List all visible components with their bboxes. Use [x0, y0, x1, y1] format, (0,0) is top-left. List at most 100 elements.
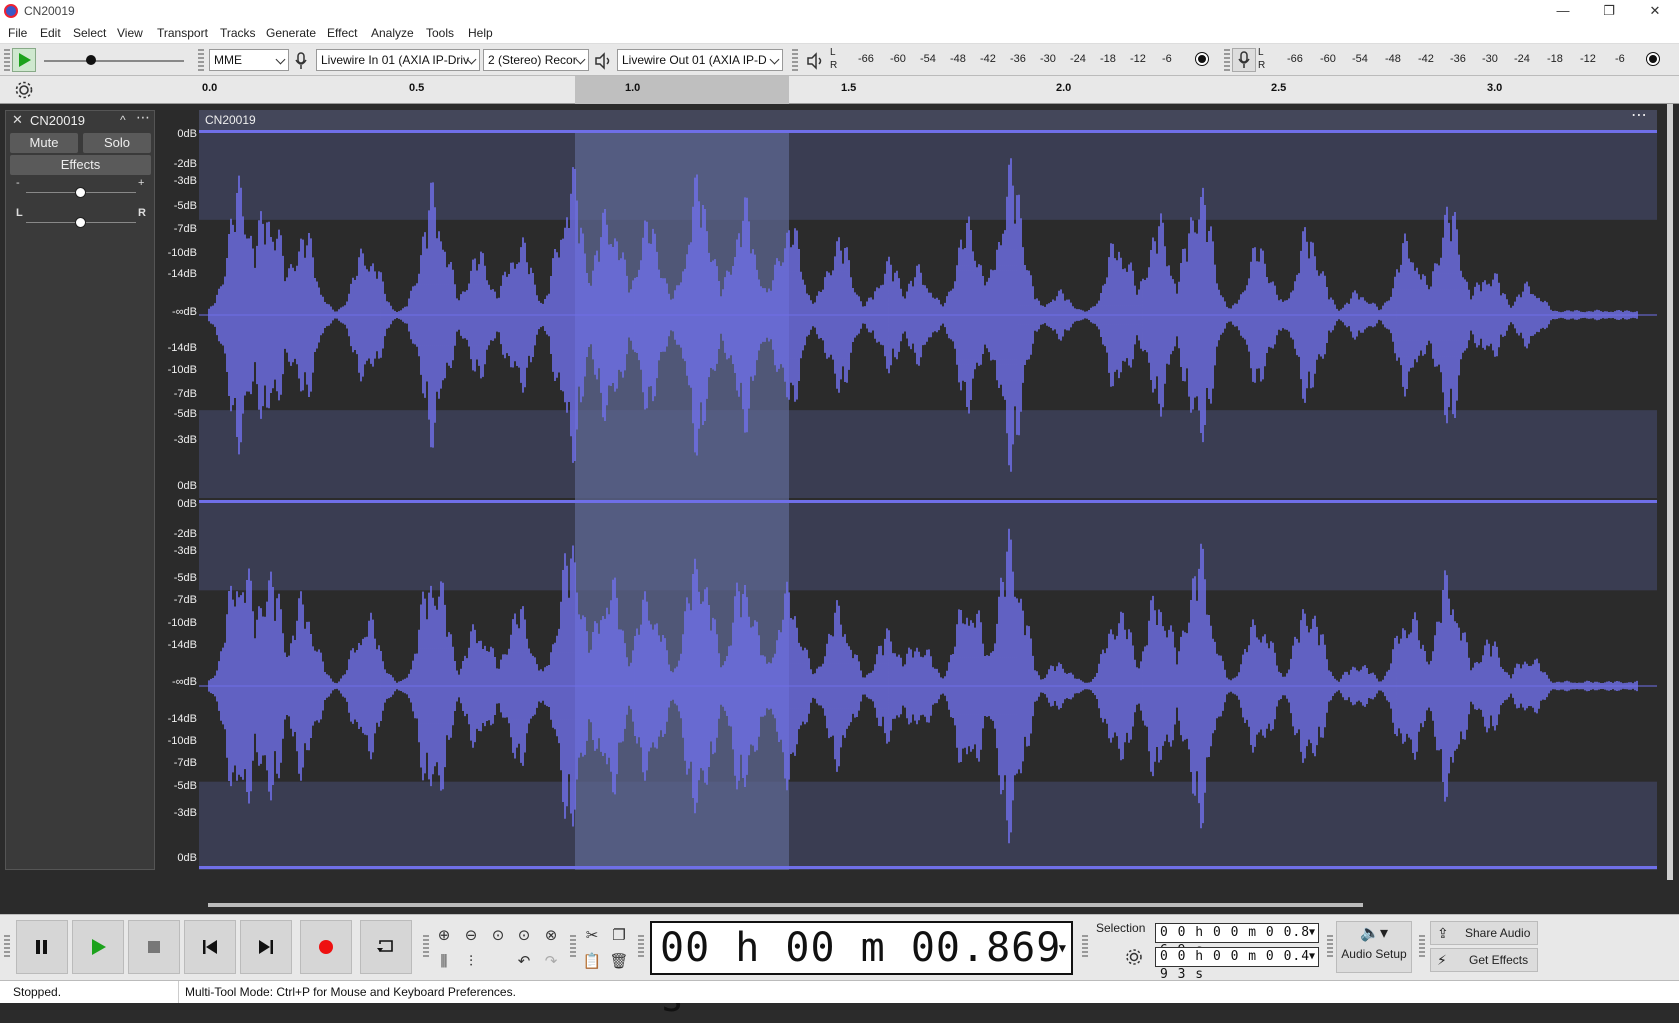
db-vertical-scale[interactable]: 0dB -2dB -3dB -5dB -7dB -10dB -14dB -∞dB…: [155, 110, 199, 870]
share-audio-button[interactable]: ⇪ Share Audio: [1430, 921, 1538, 945]
db-scale-label: -2dB: [173, 528, 197, 540]
stereo-waveform[interactable]: [199, 130, 1657, 870]
zoom-out-button[interactable]: ⊖: [459, 923, 483, 947]
selection-start-field[interactable]: 0 0 h 0 0 m 0 0.8 6 9 s ▼: [1155, 923, 1319, 958]
loop-button[interactable]: [360, 920, 412, 974]
silence-selection-button[interactable]: ⫶: [459, 949, 483, 973]
play-at-speed-button[interactable]: [12, 48, 36, 72]
clip-menu-button[interactable]: ⋯: [1631, 106, 1647, 126]
timeline-settings-gear-icon[interactable]: [14, 80, 34, 100]
zoom-fit-icon: ⊙: [517, 927, 531, 944]
trim-icon: ⫼: [440, 952, 448, 970]
pause-button[interactable]: [16, 920, 68, 974]
toolbar-grip[interactable]: [423, 935, 429, 957]
playback-meter-speaker-icon[interactable]: [806, 52, 824, 70]
recording-meter[interactable]: -66 -60 -54 -48 -42 -36 -30 -24 -18 -12 …: [1270, 50, 1650, 70]
toolbar-grip[interactable]: [1082, 935, 1088, 957]
menu-tools[interactable]: Tools: [426, 26, 454, 40]
channel-top-border: [199, 500, 1657, 503]
solo-button[interactable]: Solo: [83, 133, 151, 153]
meter-tick: -12: [1580, 53, 1596, 65]
fit-selection-button[interactable]: ⊙: [486, 923, 510, 947]
redo-button[interactable]: ↷: [539, 949, 563, 973]
selection-settings-gear-icon[interactable]: [1124, 947, 1144, 967]
menu-edit[interactable]: Edit: [40, 26, 61, 40]
status-hint: Multi-Tool Mode: Ctrl+P for Mouse and Ke…: [185, 985, 516, 999]
menu-help[interactable]: Help: [468, 26, 493, 40]
fit-project-button[interactable]: ⊙: [512, 923, 536, 947]
pan-slider-thumb[interactable]: [75, 217, 86, 228]
clip-title-bar[interactable]: CN20019 ⋯: [199, 107, 1657, 130]
delete-button[interactable]: 🗑: [607, 949, 631, 973]
skip-to-end-button[interactable]: [240, 920, 292, 974]
zoom-in-button[interactable]: ⊕: [432, 923, 456, 947]
track-collapse-button[interactable]: ^: [120, 113, 126, 127]
play-button[interactable]: [72, 920, 124, 974]
device-toolbar: MME Livewire In 01 (AXIA IP-Driv 2 (Ster…: [0, 44, 1679, 76]
meter-tick: -54: [1352, 53, 1368, 65]
status-bar: Stopped. Multi-Tool Mode: Ctrl+P for Mou…: [0, 980, 1679, 1003]
toolbar-grip[interactable]: [1419, 935, 1425, 957]
toolbar-grip[interactable]: [4, 49, 10, 71]
record-meter-button[interactable]: [1232, 48, 1256, 72]
close-button[interactable]: ✕: [1632, 0, 1678, 22]
toolbar-grip[interactable]: [4, 935, 10, 957]
time-format-dropdown-icon[interactable]: ▼: [1059, 923, 1067, 973]
toolbar-grip[interactable]: [198, 49, 204, 71]
trim-outside-button[interactable]: ⫼: [432, 949, 456, 973]
audio-setup-button[interactable]: 🔈▾ Audio Setup: [1336, 921, 1412, 973]
audio-setup-label: Audio Setup: [1341, 947, 1407, 961]
time-display[interactable]: 00 h 00 m 00.869 s ▼: [650, 921, 1073, 1021]
waveform-area[interactable]: CN20019 ⋯: [199, 107, 1657, 870]
undo-button[interactable]: ↶: [512, 949, 536, 973]
menu-view[interactable]: View: [117, 26, 143, 40]
horizontal-scrollbar[interactable]: [208, 903, 1363, 907]
menu-tracks[interactable]: Tracks: [220, 26, 256, 40]
record-button[interactable]: [300, 920, 352, 974]
selection-end-field[interactable]: 0 0 h 0 0 m 0 0.4 9 3 s ▼: [1155, 947, 1319, 982]
play-speed-slider-thumb[interactable]: [86, 55, 96, 65]
menu-effect[interactable]: Effect: [327, 26, 357, 40]
cut-button[interactable]: ✂: [580, 923, 604, 947]
menu-generate[interactable]: Generate: [266, 26, 316, 40]
menu-file[interactable]: File: [8, 26, 27, 40]
selection-start-dropdown-icon[interactable]: ▼: [1309, 924, 1316, 942]
toolbar-grip[interactable]: [792, 49, 798, 71]
skip-to-start-button[interactable]: [184, 920, 236, 974]
recording-channels-select[interactable]: 2 (Stereo) Recor: [483, 49, 589, 71]
toolbar-grip[interactable]: [570, 935, 576, 957]
get-effects-button[interactable]: ⚡ Get Effects: [1430, 948, 1538, 972]
toolbar-grip[interactable]: [1327, 935, 1333, 957]
selection-end-dropdown-icon[interactable]: ▼: [1309, 948, 1316, 966]
playback-meter[interactable]: -66 -60 -54 -48 -42 -36 -30 -24 -18 -12 …: [840, 50, 1210, 70]
menu-select[interactable]: Select: [73, 26, 106, 40]
maximize-button[interactable]: ❐: [1586, 0, 1632, 22]
copy-button[interactable]: ❐: [607, 923, 631, 947]
track-menu-button[interactable]: ⋯: [136, 109, 150, 126]
recording-volume-thumb[interactable]: [1647, 53, 1659, 65]
vertical-scrollbar[interactable]: [1667, 104, 1673, 880]
audio-host-select[interactable]: MME: [209, 49, 289, 71]
track-close-button[interactable]: ✕: [12, 112, 23, 128]
timeline-ruler[interactable]: 0.0 0.5 1.0 1.5 2.0 2.5 3.0: [0, 76, 1679, 104]
toolbar-grip[interactable]: [638, 935, 644, 957]
recording-device-select[interactable]: Livewire In 01 (AXIA IP-Driv: [316, 49, 480, 71]
pan-left-label: L: [16, 207, 23, 219]
db-scale-label: -7dB: [173, 757, 197, 769]
effects-button[interactable]: Effects: [10, 155, 151, 175]
minimize-button[interactable]: —: [1540, 0, 1586, 22]
menu-analyze[interactable]: Analyze: [371, 26, 414, 40]
menu-transport[interactable]: Transport: [157, 26, 208, 40]
db-scale-label: 0dB: [177, 498, 197, 510]
microphone-icon: [1238, 51, 1250, 68]
track-name[interactable]: CN20019: [30, 113, 85, 128]
stop-button[interactable]: [128, 920, 180, 974]
playback-device-select[interactable]: Livewire Out 01 (AXIA IP-D: [617, 49, 783, 71]
mute-button[interactable]: Mute: [10, 133, 78, 153]
playback-volume-thumb[interactable]: [1196, 53, 1208, 65]
gain-slider-thumb[interactable]: [75, 187, 86, 198]
paste-button[interactable]: 📋: [580, 949, 604, 973]
play-speed-slider[interactable]: [44, 60, 184, 62]
zoom-toggle-button[interactable]: ⊗: [539, 923, 563, 947]
toolbar-grip[interactable]: [1224, 49, 1230, 71]
